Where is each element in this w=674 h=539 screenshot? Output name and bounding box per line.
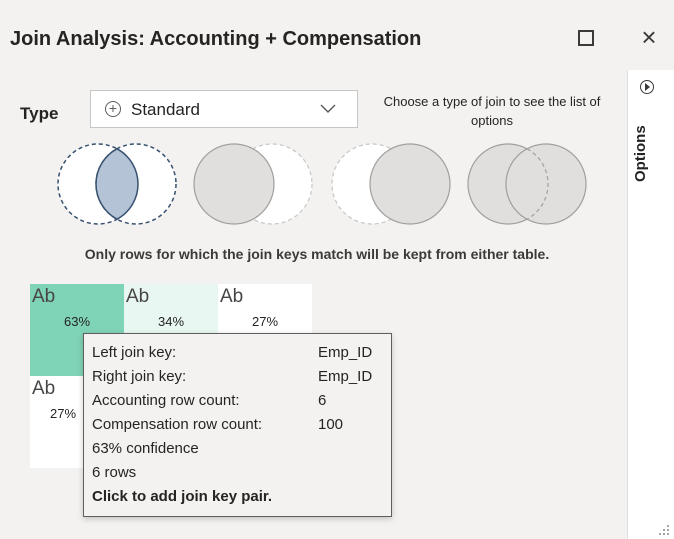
match-percent: 63%	[63, 314, 91, 329]
maximize-icon[interactable]	[578, 30, 594, 46]
chevron-down-icon	[320, 104, 336, 114]
type-glyph: Ab	[220, 286, 244, 307]
tooltip-confidence: 63% confidence	[92, 440, 199, 457]
options-tab[interactable]: Options	[632, 102, 662, 182]
tooltip-rows-count: 6 rows	[92, 464, 137, 481]
tooltip-left-key-value: Emp_ID	[318, 344, 373, 361]
join-option-inner[interactable]	[54, 140, 180, 228]
join-type-value: Standard	[131, 100, 200, 119]
tooltip-action: Click to add join key pair.	[92, 488, 273, 505]
tooltip-right-key-value: Emp_ID	[318, 368, 373, 385]
join-type-hint: Choose a type of join to see the list of…	[383, 94, 601, 128]
type-glyph: Ab	[32, 286, 56, 307]
join-option-full-outer[interactable]	[464, 140, 590, 228]
join-analysis-panel: Join Analysis: Accounting + Compensation…	[0, 0, 674, 539]
window-title: Join Analysis: Accounting + Compensation	[10, 28, 422, 50]
resize-grip-icon[interactable]	[658, 524, 670, 536]
add-circle-icon: +	[105, 101, 121, 117]
match-percent: 27%	[251, 314, 279, 329]
play-circle-icon[interactable]	[640, 80, 654, 94]
tooltip-left-count-label: Accounting row count:	[92, 392, 240, 409]
match-percent: 34%	[157, 314, 185, 329]
close-icon[interactable]: ×	[634, 22, 664, 52]
type-glyph: Ab	[32, 378, 56, 399]
tooltip-right-count-value: 100	[318, 416, 344, 433]
type-glyph: Ab	[126, 286, 150, 307]
join-option-left-outer[interactable]	[190, 140, 316, 228]
join-type-dropdown[interactable]: + Standard	[90, 90, 358, 128]
tooltip-right-count-label: Compensation row count:	[92, 416, 263, 433]
tooltip-left-key-label: Left join key:	[92, 344, 177, 361]
join-key-tooltip: Left join key: Emp_ID Right join key: Em…	[83, 333, 392, 517]
join-option-right-outer[interactable]	[328, 140, 454, 228]
title-bar: Join Analysis: Accounting + Compensation…	[0, 0, 674, 74]
join-description: Only rows for which the join keys match …	[84, 246, 550, 262]
tooltip-left-count-value: 6	[318, 392, 327, 409]
type-label: Type	[20, 104, 59, 123]
tooltip-right-key-label: Right join key:	[92, 368, 187, 385]
options-sidebar: Options	[627, 70, 674, 539]
